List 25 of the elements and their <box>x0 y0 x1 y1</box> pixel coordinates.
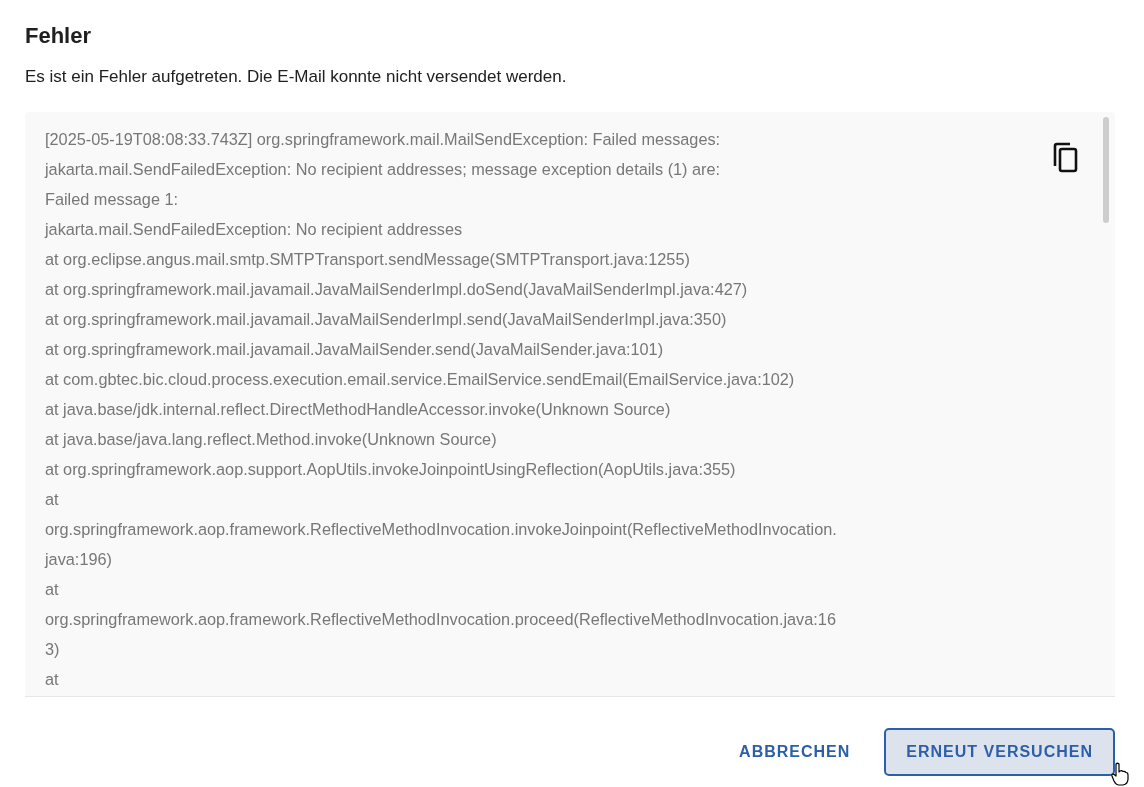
log-line: at java.base/java.lang.reflect.Method.invoke(Unknown Source) <box>45 429 497 450</box>
scrollbar-thumb[interactable] <box>1103 117 1109 223</box>
log-line: at org.springframework.mail.javamail.JavaMailSender.send(JavaMailSender.java:101) <box>45 339 664 360</box>
log-line: at <box>45 669 59 690</box>
log-line: at org.springframework.aop.support.AopUtils.invokeJoinpointUsingReflection(AopUtils.java:355) <box>45 459 736 480</box>
log-line: at org.eclipse.angus.mail.smtp.SMTPTransport.sendMessage(SMTPTransport.java:1255) <box>45 249 690 270</box>
log-line: [2025-05-19T08:08:33.743Z] org.springframework.mail.MailSendException: Failed messages: <box>45 129 721 150</box>
error-message: Es ist ein Fehler aufgetreten. Die E-Mail konnte nicht versendet werden. <box>25 66 568 88</box>
log-line: org.springframework.aop.framework.ReflectiveMethodInvocation.invokeJoinpoint(ReflectiveMethodInvocation. <box>45 519 837 540</box>
log-line: at org.springframework.mail.javamail.JavaMailSenderImpl.send(JavaMailSenderImpl.java:350) <box>45 309 727 330</box>
log-line: at org.springframework.mail.javamail.JavaMailSenderImpl.doSend(JavaMailSenderImpl.java:427) <box>45 279 748 300</box>
log-line: 3) <box>45 639 60 660</box>
dialog-title: Fehler <box>25 22 93 50</box>
log-line: at <box>45 489 59 510</box>
log-line: at com.gbtec.bic.cloud.process.execution.email.service.EmailService.sendEmail(EmailService.java:102) <box>45 369 795 390</box>
log-line: org.springframework.aop.framework.ReflectiveMethodInvocation.proceed(ReflectiveMethodInvocation.java:16 <box>45 609 836 630</box>
log-line: jakarta.mail.SendFailedException: No recipient addresses <box>45 219 463 240</box>
log-line: Failed message 1: <box>45 189 179 210</box>
hand-cursor-icon <box>1111 762 1129 786</box>
log-line: at <box>45 579 59 600</box>
copy-icon[interactable] <box>1052 142 1080 174</box>
log-line: java:196) <box>45 549 112 570</box>
log-line: jakarta.mail.SendFailedException: No recipient addresses; message exception details (1) are: <box>45 159 721 180</box>
cancel-button[interactable]: ABBRECHEN <box>717 728 873 776</box>
log-line: at java.base/jdk.internal.reflect.DirectMethodHandleAccessor.invoke(Unknown Source) <box>45 399 671 420</box>
